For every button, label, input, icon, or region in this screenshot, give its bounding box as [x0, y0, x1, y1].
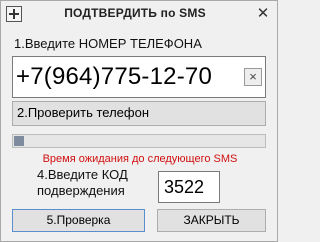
sms-confirm-dialog: ПОДТВЕРДИТЬ по SMS ✕ 1.Введите НОМЕР ТЕЛ… — [0, 0, 278, 242]
window-title: ПОДТВЕРДИТЬ по SMS — [64, 6, 206, 20]
code-value[interactable]: 3522 — [164, 177, 204, 198]
phone-label: 1.Введите НОМЕР ТЕЛЕФОНА — [14, 36, 202, 51]
progress-fill — [14, 136, 24, 146]
verify-button[interactable]: 5.Проверка — [12, 209, 145, 232]
code-field[interactable]: 3522 — [158, 171, 220, 203]
wait-progress-bar — [12, 134, 266, 148]
code-label-line2: подверждения — [37, 183, 125, 198]
phone-field[interactable]: +7(964)775-12-70 × — [12, 56, 266, 98]
title-bar: ПОДТВЕРДИТЬ по SMS ✕ — [1, 1, 277, 29]
plus-icon — [6, 6, 22, 22]
wait-status-text: Время ожидания до следующего SMS — [42, 153, 238, 165]
clear-phone-button[interactable]: × — [244, 68, 262, 86]
code-label: 4.Введите КОД подверждения — [37, 167, 157, 199]
check-phone-button[interactable]: 2.Проверить телефон — [12, 101, 266, 126]
code-label-line1: 4.Введите КОД — [37, 167, 128, 182]
close-button[interactable]: ЗАКРЫТЬ — [157, 209, 266, 232]
close-icon[interactable]: ✕ — [255, 6, 271, 22]
phone-value[interactable]: +7(964)775-12-70 — [16, 63, 212, 91]
